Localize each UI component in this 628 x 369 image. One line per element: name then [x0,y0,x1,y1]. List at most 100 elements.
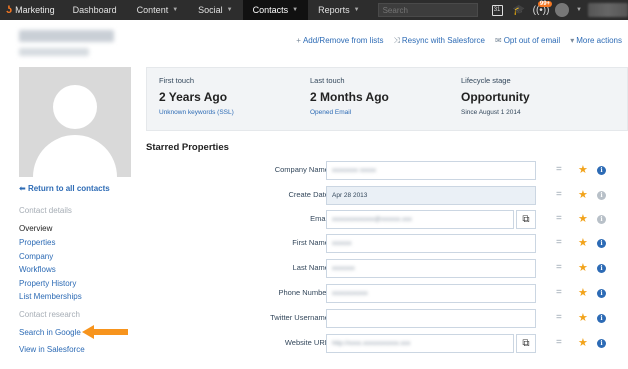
contact-title-redacted [19,48,89,56]
property-row-company-name: Company Name: xxxxxxxx xxxxx = ★ i [146,161,628,181]
create-date-field: Apr 28 2013 [326,186,536,205]
top-navigation-bar: ʖ Marketing Dashboard Content ▼ Social ▼ C… [0,0,628,20]
nav-item-reports[interactable]: Reports ▼ [308,0,369,20]
nav-item-social[interactable]: Social ▼ [188,0,242,20]
star-icon[interactable]: ★ [578,311,588,324]
info-icon[interactable]: i [597,289,606,298]
lifecycle-value: Opportunity [461,90,530,104]
star-icon[interactable]: ★ [578,336,588,349]
notifications-icon[interactable]: ((•)) 99+ [530,0,553,20]
star-icon[interactable]: ★ [578,188,588,201]
sidebar-item-property-history[interactable]: Property History [19,279,76,288]
star-icon[interactable]: ★ [578,212,588,225]
email-field[interactable]: xxxxxxxxxxxxx@xxxxxx.xxx [326,210,514,229]
chevron-down-icon: ▼ [353,7,360,13]
add-remove-lists-button[interactable]: + Add/Remove from lists [296,36,383,46]
chevron-down-icon: ▾ [570,36,575,45]
last-name-field[interactable]: xxxxxxx [326,259,536,278]
sidebar-item-overview[interactable]: Overview [19,224,52,233]
last-touch-detail-link[interactable]: Opened Email [310,109,389,116]
contact-name-redacted [19,30,114,42]
property-label: First Name: [292,238,331,247]
website-url-field[interactable]: http://xxxx.xxxxxxxxxxx.xxx [326,334,514,353]
nav-item-label: Social [198,5,223,15]
chevron-down-icon[interactable]: ▼ [576,7,582,13]
nav-item-content[interactable]: Content ▼ [127,0,188,20]
property-row-email: Email: xxxxxxxxxxxxx@xxxxxx.xxx ⧉ = ★ i [146,210,628,230]
redacted-value: xxxxxx [332,240,352,247]
contact-research-header: Contact research [19,310,80,319]
plus-icon: + [296,36,301,45]
open-external-icon[interactable]: ⧉ [516,334,536,353]
drag-handle-icon[interactable]: = [556,312,562,323]
hubspot-logo-icon: ʖ [6,4,13,16]
property-label: Create Date: [288,190,331,199]
star-icon[interactable]: ★ [578,286,588,299]
info-icon[interactable]: i [597,191,606,200]
star-icon[interactable]: ★ [578,236,588,249]
avatar[interactable] [555,3,570,17]
info-icon[interactable]: i [597,215,606,224]
user-name-redacted[interactable] [588,3,628,17]
more-actions-dropdown[interactable]: ▾ More actions [570,36,622,46]
star-icon[interactable]: ★ [578,163,588,176]
redacted-value: http://xxxx.xxxxxxxxxxx.xxx [332,340,411,347]
back-link-label: Return to all contacts [27,184,110,193]
twitter-username-field[interactable] [326,309,536,328]
chevron-down-icon: ▼ [172,7,179,13]
redacted-value: xxxxxxx [332,265,355,272]
info-icon[interactable]: i [597,166,606,175]
property-row-first-name: First Name: xxxxxx = ★ i [146,234,628,254]
nav-item-label: Reports [318,5,350,15]
contact-photo-placeholder[interactable] [19,67,131,177]
info-icon[interactable]: i [597,239,606,248]
sidebar-item-company[interactable]: Company [19,252,53,261]
drag-handle-icon[interactable]: = [556,237,562,248]
redacted-value: xxxxxxxxxxx [332,290,368,297]
first-touch-detail-link[interactable]: Unknown keywords (SSL) [159,109,234,116]
graduation-cap-icon[interactable]: 🎓 [508,0,530,20]
nav-item-contacts[interactable]: Contacts ▼ [242,0,309,20]
nav-item-dashboard[interactable]: Dashboard [63,0,127,20]
phone-number-field[interactable]: xxxxxxxxxxx [326,284,536,303]
last-touch-value: 2 Months Ago [310,90,389,104]
first-touch-label: First touch [159,76,195,85]
drag-handle-icon[interactable]: = [556,262,562,273]
property-row-last-name: Last Name: xxxxxxx = ★ i [146,259,628,279]
calendar-icon[interactable]: 31 [486,0,508,20]
drag-handle-icon[interactable]: = [556,287,562,298]
property-label: Twitter Username: [270,313,331,322]
search-input[interactable] [377,3,478,17]
info-icon[interactable]: i [597,314,606,323]
lifecycle-detail: Since August 1 2014 [461,109,521,116]
first-touch-value: 2 Years Ago [159,90,228,104]
opt-out-email-button[interactable]: ✉ Opt out of email [495,36,560,46]
search-in-google-link[interactable]: Search in Google [19,328,81,337]
info-icon[interactable]: i [597,264,606,273]
drag-handle-icon[interactable]: = [556,189,562,200]
property-row-website-url: Website URL: http://xxxx.xxxxxxxxxxx.xxx… [146,334,628,354]
brand-label: Marketing [15,5,55,15]
drag-handle-icon[interactable]: = [556,337,562,348]
property-label: Email: [310,214,331,223]
action-label: Resync with Salesforce [401,36,485,45]
lifecycle-stage-summary: Lifecycle stage Opportunity Since August… [461,76,530,116]
property-label: Phone Number: [278,288,331,297]
chevron-down-icon: ▼ [292,7,299,13]
return-to-contacts-link[interactable]: ⬅ Return to all contacts [19,184,110,193]
sidebar-item-list-memberships[interactable]: List Memberships [19,292,82,301]
open-external-icon[interactable]: ⧉ [516,210,536,229]
resync-salesforce-button[interactable]: ⤨ Resync with Salesforce [393,36,485,46]
brand[interactable]: ʖ Marketing [0,0,63,20]
sidebar-item-properties[interactable]: Properties [19,238,55,247]
contact-action-bar: + Add/Remove from lists ⤨ Resync with Sale… [296,36,622,46]
calendar-day: 31 [491,4,503,16]
info-icon[interactable]: i [597,339,606,348]
drag-handle-icon[interactable]: = [556,213,562,224]
company-name-field[interactable]: xxxxxxxx xxxxx [326,161,536,180]
first-name-field[interactable]: xxxxxx [326,234,536,253]
drag-handle-icon[interactable]: = [556,164,562,175]
sidebar-item-workflows[interactable]: Workflows [19,265,56,274]
star-icon[interactable]: ★ [578,261,588,274]
view-in-salesforce-link[interactable]: View in Salesforce [19,345,85,354]
